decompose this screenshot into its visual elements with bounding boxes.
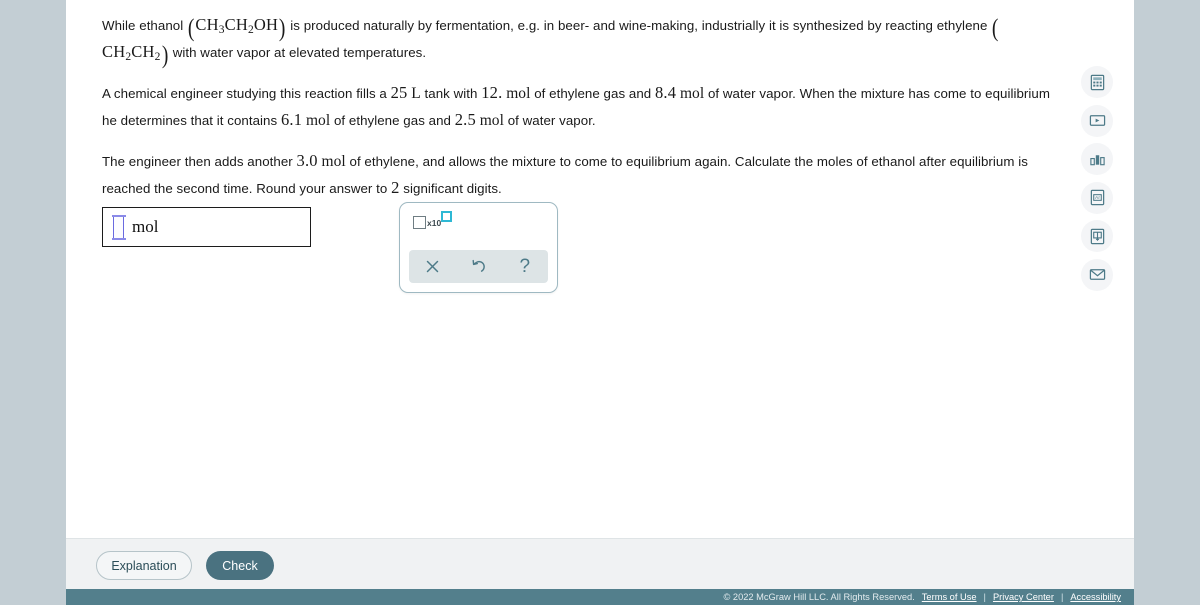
clear-button[interactable]	[409, 259, 455, 274]
periodic-table-icon: Ar	[1090, 189, 1104, 206]
footer-separator: |	[983, 592, 986, 602]
help-button[interactable]: ?	[502, 257, 548, 276]
tank-volume-value: 25	[390, 83, 408, 102]
answer-unit-label: mol	[132, 217, 159, 236]
reference-tool-button[interactable]	[1081, 220, 1113, 252]
question-paragraph-1: While ethanol (CH3CH2OH) is produced nat…	[102, 14, 999, 69]
mol-unit: mol	[305, 112, 331, 129]
mol-unit: mol	[506, 85, 531, 102]
undo-icon	[472, 259, 486, 272]
tank-volume-unit: L	[411, 85, 421, 102]
reference-book-icon	[1090, 228, 1104, 244]
p1-segment-1: While ethanol	[102, 18, 187, 33]
side-tool-rail: Ar	[1081, 66, 1115, 297]
close-icon	[426, 260, 438, 273]
mol-unit: mol	[679, 85, 705, 102]
formula-ethylene: CH2CH2	[102, 42, 161, 64]
water-initial-value: 8.4	[654, 83, 677, 102]
ethylene-initial-value: 12.	[481, 83, 503, 102]
toolbar-button-bar: ?	[409, 250, 548, 283]
significant-digits-value: 2	[391, 178, 400, 197]
question-mark-icon: ?	[519, 256, 531, 277]
ethylene-equilibrium-value: 6.1	[280, 110, 303, 129]
question-text-body: While ethanol (CH3CH2OH) is produced nat…	[102, 10, 1057, 216]
accessibility-link[interactable]: Accessibility	[1070, 592, 1121, 602]
p2-segment-6: of water vapor.	[503, 113, 596, 128]
p2-segment-1: A chemical engineer studying this reacti…	[102, 86, 391, 101]
question-content-card: While ethanol (CH3CH2OH) is produced nat…	[66, 0, 1134, 538]
copyright-text: © 2022 McGraw Hill LLC. All Rights Reser…	[723, 592, 915, 602]
math-input-toolbar: x10 ?	[399, 202, 558, 293]
privacy-center-link[interactable]: Privacy Center	[993, 592, 1054, 602]
mol-unit: mol	[321, 153, 346, 170]
undo-button[interactable]	[455, 259, 501, 275]
svg-text:Ar: Ar	[1095, 195, 1100, 201]
mantissa-box-icon	[413, 216, 426, 229]
p2-segment-2: tank with	[420, 86, 482, 101]
question-paragraph-3: The engineer then adds another 3.0 mol o…	[102, 148, 1057, 202]
terms-of-use-link[interactable]: Terms of Use	[922, 592, 977, 602]
mol-unit: mol	[479, 112, 504, 129]
p1-segment-3: with water vapor at elevated temperature…	[168, 45, 427, 60]
p2-segment-5: of ethylene gas and	[330, 113, 455, 128]
p1-segment-2: is produced naturally by fermentation, e…	[286, 18, 992, 33]
message-tool-button[interactable]	[1081, 258, 1113, 291]
data-chart-tool-button[interactable]	[1081, 143, 1113, 175]
calculator-tool-button[interactable]	[1081, 66, 1113, 98]
explanation-button[interactable]: Explanation	[96, 551, 192, 580]
ethylene-added-value: 3.0	[296, 151, 318, 170]
answer-cursor-placeholder[interactable]	[111, 214, 126, 240]
periodic-table-tool-button[interactable]: Ar	[1081, 181, 1113, 214]
video-tool-button[interactable]	[1081, 104, 1113, 137]
exponent-box-icon	[441, 211, 453, 222]
calculator-icon	[1090, 74, 1104, 90]
action-bar: Explanation Check	[66, 538, 1134, 589]
answer-area: mol x10 ?	[102, 197, 1002, 302]
p3-segment-3: significant digits.	[399, 181, 502, 196]
p3-segment-1: The engineer then adds another	[102, 154, 297, 169]
p2-segment-3: of ethylene gas and	[530, 86, 655, 101]
envelope-icon	[1089, 269, 1105, 280]
sci-notation-label: x10	[427, 218, 442, 228]
bar-chart-icon	[1089, 154, 1105, 165]
video-player-icon	[1089, 115, 1105, 126]
water-equilibrium-value: 2.5	[454, 110, 476, 129]
answer-input[interactable]: mol	[102, 207, 311, 247]
footer-separator: |	[1060, 592, 1064, 602]
check-button[interactable]: Check	[206, 551, 274, 580]
scientific-notation-button[interactable]: x10	[411, 211, 454, 231]
footer-bar: © 2022 McGraw Hill LLC. All Rights Reser…	[66, 589, 1134, 605]
question-paragraph-2: A chemical engineer studying this reacti…	[102, 80, 1057, 134]
formula-ethanol: CH3CH2OH	[195, 15, 279, 37]
